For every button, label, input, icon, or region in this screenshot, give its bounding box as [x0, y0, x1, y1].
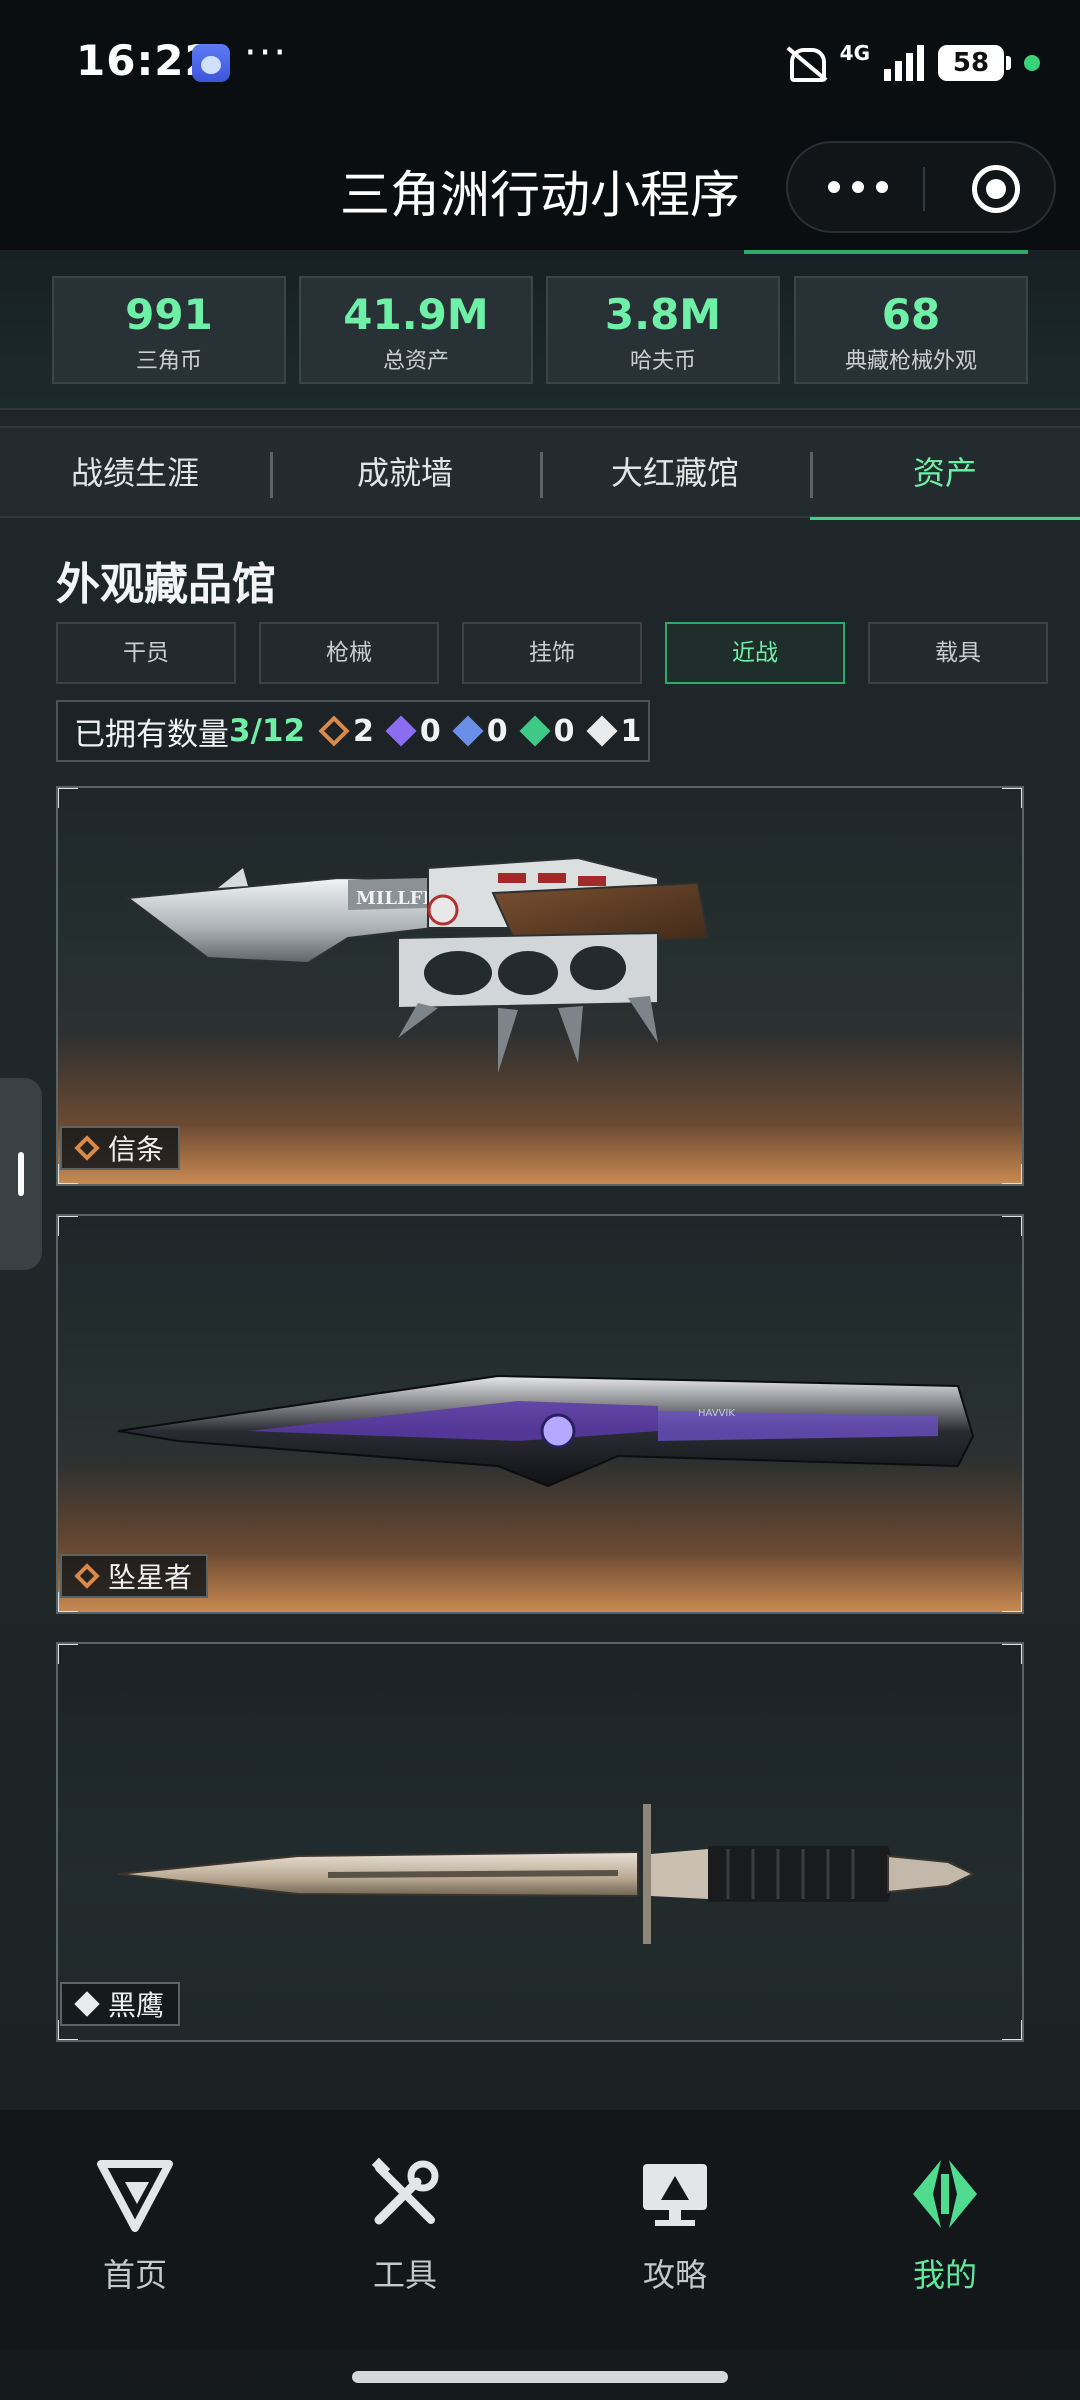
profile-emblem-icon	[913, 2160, 977, 2228]
delta-logo-icon	[97, 2160, 173, 2232]
item-name-label: 坠星者	[60, 1554, 209, 1598]
rarity-blue-icon	[452, 715, 484, 747]
status-bar: 16:22 ··· 4G 58	[0, 0, 1080, 125]
rarity-gold-icon	[318, 715, 350, 747]
close-program-button[interactable]	[972, 165, 1020, 213]
category-charms[interactable]: 挂饰	[462, 622, 642, 684]
home-indicator[interactable]	[352, 2371, 728, 2383]
signal-icon	[884, 45, 924, 81]
item-name-label: 黑鹰	[60, 1982, 181, 2026]
capsule-divider	[923, 167, 925, 211]
stats-panel: 991 三角币 41.9M 总资产 3.8M 哈夫币 68 典藏枪械外观	[0, 250, 1080, 410]
stat-label: 三角币	[135, 349, 202, 374]
svg-text:HAVVIK: HAVVIK	[698, 1408, 735, 1419]
rarity-purple-count: 0	[385, 714, 441, 749]
category-operator[interactable]: 干员	[56, 622, 236, 684]
stat-label: 总资产	[382, 349, 449, 374]
stat-haf-coin: 3.8M 哈夫币	[546, 276, 780, 384]
mini-program-capsule	[786, 141, 1056, 233]
title-bar: 三角洲行动小程序	[0, 125, 1080, 250]
nav-tools[interactable]: 工具	[270, 2154, 540, 2296]
category-melee[interactable]: 近战	[665, 622, 845, 684]
privacy-indicator-icon	[1024, 55, 1040, 71]
tools-icon	[371, 2157, 439, 2225]
mute-icon	[784, 44, 826, 82]
item-card[interactable]: 黑鹰	[56, 1642, 1024, 2042]
stat-value: 68	[881, 290, 941, 339]
knife-creed-image: MILLFIELD	[125, 856, 710, 1073]
rarity-green-count: 0	[519, 714, 575, 749]
rarity-white-icon	[585, 715, 618, 747]
bottom-navigation: 首页 工具 攻略 我的	[0, 2110, 1080, 2350]
more-notifications-icon: ···	[244, 30, 289, 76]
stat-triangle-coin: 991 三角币	[52, 276, 286, 384]
more-menu-button[interactable]	[828, 181, 888, 197]
mini-program-page: 16:22 ··· 4G 58 三角洲行动小程序 991 三角币 41.9M 总…	[0, 0, 1080, 2400]
item-name: 坠星者	[108, 1561, 193, 1594]
stat-total-assets: 41.9M 总资产	[299, 276, 533, 384]
knife-star-faller-image: HAVVIK	[117, 1374, 975, 1488]
knife-black-hawk-image	[117, 1804, 976, 1944]
nav-label: 我的	[912, 2256, 977, 2294]
stat-label: 哈夫币	[629, 349, 696, 374]
owned-label: 已拥有数量	[74, 716, 229, 753]
owned-count: 3/12	[229, 713, 306, 749]
rarity-green-icon	[519, 715, 551, 747]
stats-accent-line	[744, 250, 1028, 254]
app-notification-icon	[192, 44, 230, 82]
rarity-blue-count: 0	[452, 714, 508, 749]
nav-label: 工具	[372, 2256, 437, 2294]
rarity-gold-icon	[74, 1135, 100, 1161]
nav-home[interactable]: 首页	[0, 2154, 270, 2296]
owned-count-bar: 已拥有数量 3/12 2 0 0 0 1	[56, 700, 650, 762]
nav-label: 攻略	[642, 2256, 707, 2294]
stat-value: 41.9M	[343, 290, 489, 339]
stat-collection-skins: 68 典藏枪械外观	[794, 276, 1028, 384]
rarity-purple-icon	[385, 715, 417, 747]
tab-career[interactable]: 战绩生涯	[0, 428, 270, 518]
tab-red-collection[interactable]: 大红藏馆	[540, 428, 810, 518]
network-type: 4G	[839, 41, 870, 65]
stat-value: 991	[125, 290, 213, 339]
nav-label: 首页	[102, 2256, 167, 2294]
status-indicators: 4G 58	[784, 38, 1040, 88]
profile-tabs: 战绩生涯 成就墙 大红藏馆 资产	[0, 426, 1080, 520]
section-title: 外观藏品馆	[56, 559, 276, 610]
rarity-gold-count: 2	[318, 714, 374, 749]
item-name-label: 信条	[60, 1126, 181, 1170]
item-name: 信条	[108, 1133, 165, 1166]
tab-assets[interactable]: 资产	[810, 428, 1080, 520]
category-vehicles[interactable]: 载具	[868, 622, 1048, 684]
side-drawer-handle[interactable]	[0, 1078, 42, 1270]
battery-icon: 58	[938, 45, 1011, 81]
item-name: 黑鹰	[108, 1989, 165, 2022]
stat-value: 3.8M	[604, 290, 722, 339]
tab-achievements[interactable]: 成就墙	[270, 428, 540, 518]
nav-mine[interactable]: 我的	[810, 2154, 1080, 2296]
category-firearms[interactable]: 枪械	[259, 622, 439, 684]
rarity-gold-icon	[74, 1563, 100, 1589]
stat-label: 典藏枪械外观	[844, 349, 977, 374]
nav-guide[interactable]: 攻略	[540, 2154, 810, 2296]
rarity-white-icon	[74, 1991, 100, 2017]
guide-monitor-icon	[643, 2164, 707, 2226]
item-card[interactable]: HAVVIK 坠星者	[56, 1214, 1024, 1614]
rarity-white-count: 1	[585, 714, 641, 749]
item-card[interactable]: MILLFIELD 信条	[56, 786, 1024, 1186]
